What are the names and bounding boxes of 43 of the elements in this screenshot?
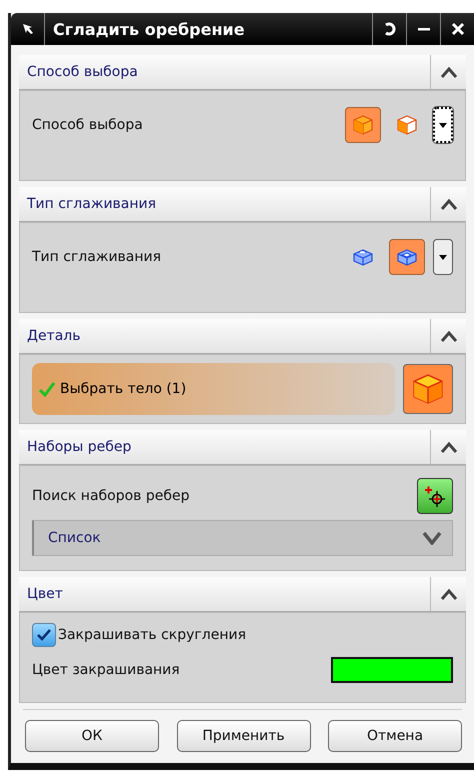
checkbox-label: Закрашивать скругления xyxy=(58,627,246,643)
dialog-button[interactable]: ОК xyxy=(25,720,159,752)
section-header[interactable]: Способ выбора xyxy=(19,55,466,90)
option-label: Способ выбора xyxy=(32,117,143,133)
cube-icon xyxy=(352,114,374,136)
section-header[interactable]: Цвет xyxy=(19,577,466,612)
caret-icon xyxy=(440,330,458,342)
section-header[interactable]: Тип сглаживания xyxy=(19,187,466,222)
window-title: Сгладить оребрение xyxy=(52,20,246,38)
selection-label: Выбрать тело (1) xyxy=(60,381,186,397)
section-header[interactable]: Деталь xyxy=(19,319,466,354)
list-dropdown[interactable]: Список xyxy=(32,520,453,556)
section-title: Способ выбора xyxy=(26,64,139,80)
section-title: Тип сглаживания xyxy=(26,196,158,212)
color-swatch[interactable] xyxy=(331,657,453,683)
option-button[interactable] xyxy=(389,239,425,275)
select-body-button[interactable] xyxy=(403,364,453,414)
option-button[interactable] xyxy=(345,107,381,143)
section-title: Цвет xyxy=(26,586,64,602)
section-title: Наборы ребер xyxy=(26,439,132,455)
dialog-button[interactable]: Применить xyxy=(176,720,310,752)
caret-icon xyxy=(439,254,447,260)
section-header[interactable]: Наборы ребер xyxy=(19,430,466,465)
caret-icon xyxy=(440,441,458,453)
selection-bar[interactable]: Выбрать тело (1) xyxy=(32,363,395,415)
cube-icon xyxy=(411,372,445,406)
section-title: Деталь xyxy=(26,328,82,344)
crosshair-button[interactable] xyxy=(417,478,453,514)
checkbox[interactable] xyxy=(32,623,56,647)
color-label: Цвет закрашивания xyxy=(32,662,180,678)
chevron-icon xyxy=(422,531,442,545)
option-label: Тип сглаживания xyxy=(32,249,162,265)
caret-icon xyxy=(440,198,458,210)
caret-icon xyxy=(440,66,458,78)
caret-icon xyxy=(439,122,447,128)
dropdown-button[interactable] xyxy=(433,107,453,143)
cube-icon xyxy=(396,114,418,136)
dropdown-button[interactable] xyxy=(433,239,453,275)
check-icon xyxy=(36,628,52,642)
search-label: Поиск наборов ребер xyxy=(32,488,190,504)
caret-icon xyxy=(440,588,458,600)
dialog-button[interactable]: Отмена xyxy=(328,720,462,752)
shade-checkbox[interactable]: Закрашивать скругления xyxy=(32,623,453,647)
